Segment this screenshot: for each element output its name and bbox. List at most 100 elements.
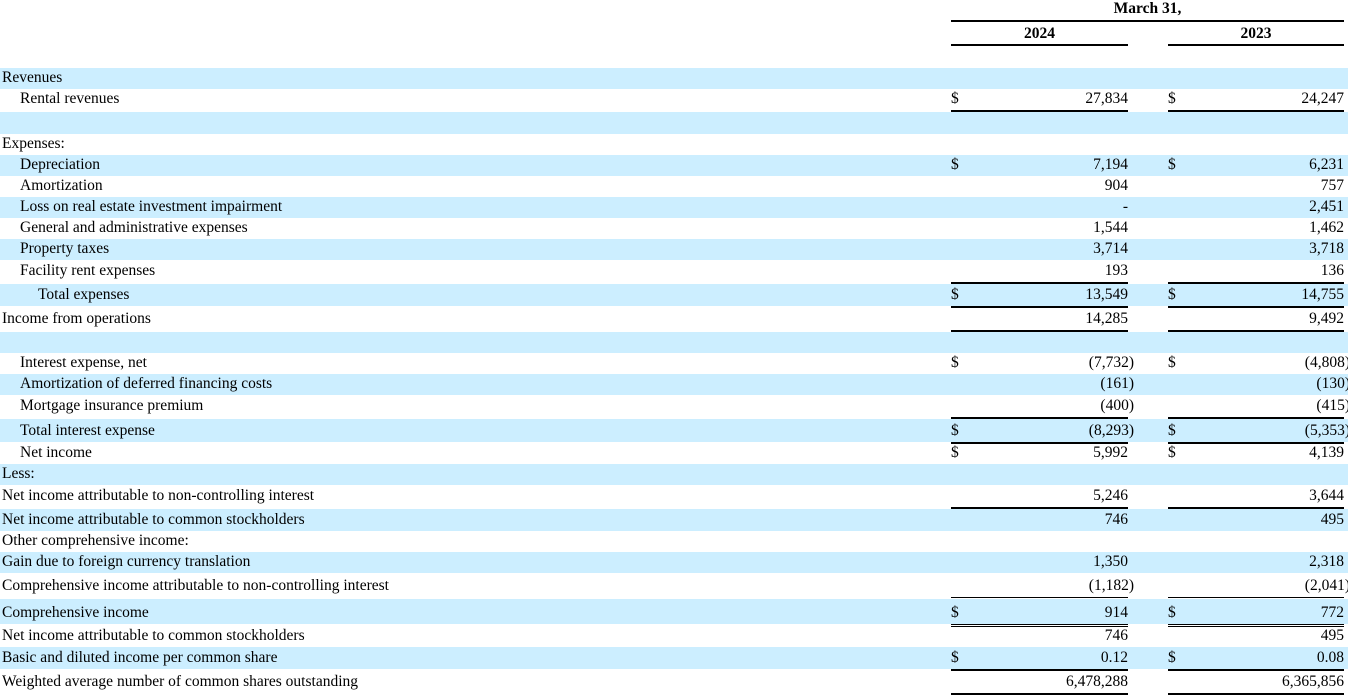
row-label: Net income attributable to common stockh… bbox=[2, 511, 305, 528]
row-label: Loss on real estate investment impairmen… bbox=[20, 198, 283, 215]
table-row: Income from operations 14,285 9,492 bbox=[0, 307, 1348, 330]
value-2024: 914 bbox=[1104, 604, 1128, 621]
column-header-2023: 2023 bbox=[1240, 25, 1272, 42]
row-label: Net income attributable to non-controlli… bbox=[2, 487, 315, 504]
row-label: Other comprehensive income: bbox=[2, 532, 189, 549]
row-label: Income from operations bbox=[2, 310, 151, 327]
row-label: Revenues bbox=[2, 69, 63, 86]
row-label: Interest expense, net bbox=[20, 354, 147, 371]
row-label: Less: bbox=[2, 465, 35, 482]
currency-symbol-2024: $ bbox=[951, 286, 959, 303]
currency-symbol-2023: $ bbox=[1168, 286, 1176, 303]
value-2024: 5,246 bbox=[1093, 487, 1128, 504]
table-row: Total expenses $ $13,549 14,755 bbox=[0, 284, 1348, 306]
table-row: Facility rent expenses 193 136 bbox=[0, 260, 1348, 282]
value-2023: 136 bbox=[1320, 262, 1344, 279]
table-row: Gain due to foreign currency translation… bbox=[0, 552, 1348, 573]
table-row: Total interest expense $ $ (8,293) (5,353) bbox=[0, 419, 1348, 442]
value-2023: (415) bbox=[1316, 397, 1348, 414]
currency-symbol-2023: $ bbox=[1168, 90, 1176, 107]
value-2024: (7,732) bbox=[1088, 354, 1134, 371]
value-2024: 1,350 bbox=[1093, 553, 1128, 570]
table-row: Expenses: bbox=[0, 134, 1348, 155]
table-row bbox=[0, 112, 1348, 134]
currency-symbol-2024: $ bbox=[951, 354, 959, 371]
row-label: Total interest expense bbox=[20, 422, 155, 439]
table-row: Net income attributable to non-controlli… bbox=[0, 485, 1348, 507]
currency-symbol-2023: $ bbox=[1168, 444, 1176, 461]
value-2023: 1,462 bbox=[1309, 219, 1344, 236]
value-2024: 5,992 bbox=[1093, 444, 1128, 461]
value-2023: 495 bbox=[1320, 627, 1344, 644]
value-2024: 746 bbox=[1104, 627, 1128, 644]
table-row: Revenues bbox=[0, 68, 1348, 89]
value-2024: 746 bbox=[1104, 511, 1128, 528]
row-label: Basic and diluted income per common shar… bbox=[2, 649, 278, 666]
currency-symbol-2023: $ bbox=[1168, 156, 1176, 173]
income-statement: March 31, 2024 2023 Revenues Rental reven… bbox=[0, 0, 1348, 696]
table-row: Weighted average number of common shares… bbox=[0, 671, 1348, 693]
value-2023: 495 bbox=[1320, 511, 1344, 528]
row-label: Total expenses bbox=[38, 286, 130, 303]
period-header: March 31, bbox=[1113, 0, 1182, 17]
value-2024: 27,834 bbox=[1085, 90, 1128, 107]
currency-symbol-2024: $ bbox=[951, 649, 959, 666]
value-2023: 772 bbox=[1320, 604, 1344, 621]
row-label: Net income attributable to common stockh… bbox=[2, 627, 305, 644]
currency-symbol-2023: $ bbox=[1168, 604, 1176, 621]
value-2023: (130) bbox=[1316, 375, 1348, 392]
row-label: Mortgage insurance premium bbox=[20, 397, 204, 414]
underline bbox=[951, 693, 1128, 695]
row-label: Comprehensive income bbox=[2, 604, 149, 621]
table-row: Comprehensive income attributable to non… bbox=[0, 573, 1348, 597]
table-row: Comprehensive income $ $914 772 bbox=[0, 599, 1348, 624]
value-2023: (5,353) bbox=[1304, 422, 1348, 439]
currency-symbol-2024: $ bbox=[951, 156, 959, 173]
table-row: Depreciation $ $7,194 6,231 bbox=[0, 155, 1348, 176]
value-2023: 2,318 bbox=[1309, 553, 1344, 570]
value-2023: 14,755 bbox=[1301, 286, 1344, 303]
value-2023: 757 bbox=[1320, 177, 1344, 194]
value-2023: (4,808) bbox=[1304, 354, 1348, 371]
value-2024: 0.12 bbox=[1100, 649, 1128, 666]
column-rule-2024 bbox=[951, 44, 1128, 46]
table-row: Net income attributable to common stockh… bbox=[0, 509, 1348, 531]
value-2023: 6,231 bbox=[1309, 156, 1344, 173]
value-2024: 193 bbox=[1104, 262, 1128, 279]
value-2024: 3,714 bbox=[1093, 240, 1128, 257]
currency-symbol-2023: $ bbox=[1168, 649, 1176, 666]
row-label: Expenses: bbox=[2, 135, 65, 152]
value-2024: 13,549 bbox=[1085, 286, 1128, 303]
row-label: Weighted average number of common shares… bbox=[2, 673, 359, 690]
row-label: Depreciation bbox=[20, 156, 101, 173]
value-2024: (400) bbox=[1100, 397, 1134, 414]
table-row: Amortization of deferred financing costs… bbox=[0, 374, 1348, 395]
currency-symbol-2024: $ bbox=[951, 444, 959, 461]
value-2024: 7,194 bbox=[1093, 156, 1128, 173]
table-row: Net income $ $5,992 4,139 bbox=[0, 443, 1348, 464]
currency-symbol-2024: $ bbox=[951, 422, 959, 439]
row-label: Amortization bbox=[20, 177, 103, 194]
row-label: Net income bbox=[20, 444, 92, 461]
table-row: Rental revenues $ $27,834 24,247 bbox=[0, 89, 1348, 110]
row-label: Amortization of deferred financing costs bbox=[20, 375, 273, 392]
column-rule-2023 bbox=[1168, 44, 1344, 46]
table-row: Property taxes 3,714 3,718 bbox=[0, 239, 1348, 260]
table-row bbox=[0, 332, 1348, 353]
table-row: Amortization 904 757 bbox=[0, 176, 1348, 197]
value-2023: 3,718 bbox=[1309, 240, 1344, 257]
value-2023: 2,451 bbox=[1309, 198, 1344, 215]
table-row: Net income attributable to common stockh… bbox=[0, 626, 1348, 647]
value-2023: 4,139 bbox=[1309, 444, 1344, 461]
value-2024: (161) bbox=[1100, 375, 1134, 392]
value-2023: 0.08 bbox=[1316, 649, 1344, 666]
value-2023: (2,041) bbox=[1304, 577, 1348, 594]
value-2023: 3,644 bbox=[1309, 487, 1344, 504]
currency-symbol-2023: $ bbox=[1168, 354, 1176, 371]
table-row: Mortgage insurance premium (400) (415) bbox=[0, 395, 1348, 417]
table-row: Interest expense, net $ $ (7,732) (4,808) bbox=[0, 353, 1348, 374]
table-row: Basic and diluted income per common shar… bbox=[0, 647, 1348, 669]
row-label: Comprehensive income attributable to non… bbox=[2, 577, 389, 594]
row-label: Gain due to foreign currency translation bbox=[2, 553, 251, 570]
value-2024: 1,544 bbox=[1093, 219, 1128, 236]
